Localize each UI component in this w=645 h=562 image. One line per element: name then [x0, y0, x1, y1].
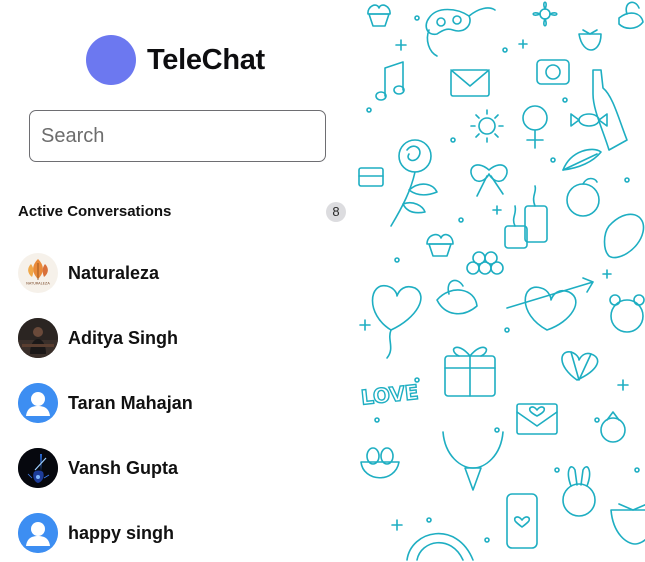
- search-input[interactable]: [30, 111, 325, 161]
- music-note-icon: [375, 61, 405, 101]
- bottle-icon: [592, 69, 628, 151]
- app-logo: [86, 35, 136, 85]
- active-conversations-header: Active Conversations 8: [18, 202, 348, 222]
- nest-icon: [360, 447, 400, 479]
- dot-pattern: [366, 15, 640, 543]
- flower-icon: [532, 1, 558, 27]
- conversation-item-taran-mahajan[interactable]: Taran Mahajan: [18, 382, 348, 424]
- bow-icon: [470, 164, 508, 197]
- candle-icon: [504, 185, 548, 249]
- love-text: LOVE: [360, 380, 420, 410]
- default-user-avatar: [18, 383, 58, 423]
- eggplant-icon: [603, 213, 645, 259]
- sun-icon: [470, 109, 504, 143]
- section-title: Active Conversations: [18, 203, 172, 220]
- cupcake-icon: [426, 233, 454, 257]
- search-box[interactable]: [29, 110, 326, 162]
- dove-icon: [436, 279, 478, 315]
- heart-arrow-icon: [506, 277, 594, 331]
- envelope-icon: [450, 69, 490, 97]
- cupcake-icon: [367, 4, 391, 27]
- heart-balloon-icon: [371, 285, 422, 359]
- photo-avatar: [18, 318, 58, 358]
- love-letter-icon: [516, 403, 558, 435]
- conversation-name: Vansh Gupta: [68, 457, 179, 478]
- rose-icon: [390, 139, 438, 227]
- ring-icon: [600, 411, 626, 443]
- chat-sidebar: TeleChat Active Conversations 8 NATURALE…: [0, 0, 357, 562]
- conversation-item-happy-singh[interactable]: happy singh: [18, 512, 348, 554]
- chat-wallpaper: LOVE: [357, 0, 645, 562]
- conversation-item-vansh-gupta[interactable]: Vansh Gupta: [18, 447, 348, 489]
- conversation-name: Naturaleza: [68, 262, 160, 283]
- mask-icon: [425, 7, 496, 57]
- gift-icon: [444, 346, 496, 397]
- conversation-item-aditya-singh[interactable]: Aditya Singh: [18, 317, 348, 359]
- necklace-icon: [442, 431, 504, 491]
- strawberry-icon: [610, 503, 645, 545]
- phone-icon: [506, 493, 538, 549]
- camera-icon: [536, 59, 570, 85]
- app-title: TeleChat: [147, 43, 265, 76]
- diamond-heart-icon: [561, 351, 599, 381]
- chest-icon: [358, 167, 384, 187]
- grapes-icon: [466, 251, 504, 275]
- candy-icon: [570, 113, 608, 127]
- conversation-item-naturaleza[interactable]: NATURALEZA Naturaleza: [18, 252, 348, 294]
- strawberry-icon: [578, 29, 602, 51]
- rainbow-icon: [406, 532, 474, 561]
- conversation-name: happy singh: [68, 522, 175, 543]
- leaf-icon: [562, 148, 602, 171]
- svg-text:NATURALEZA: NATURALEZA: [26, 282, 50, 286]
- conversation-name: Aditya Singh: [68, 327, 179, 348]
- venus-symbol-icon: [522, 105, 548, 149]
- conversation-name: Taran Mahajan: [68, 392, 193, 413]
- app-brand: TeleChat: [86, 35, 265, 85]
- conversation-count-badge: 8: [326, 202, 346, 222]
- guitar-photo-avatar: [18, 448, 58, 488]
- naturaleza-logo-avatar: NATURALEZA: [18, 253, 58, 293]
- bear-icon: [609, 294, 645, 333]
- default-user-avatar: [18, 513, 58, 553]
- dove-icon: [618, 1, 644, 30]
- peach-icon: [566, 177, 600, 217]
- bunny-icon: [562, 466, 596, 517]
